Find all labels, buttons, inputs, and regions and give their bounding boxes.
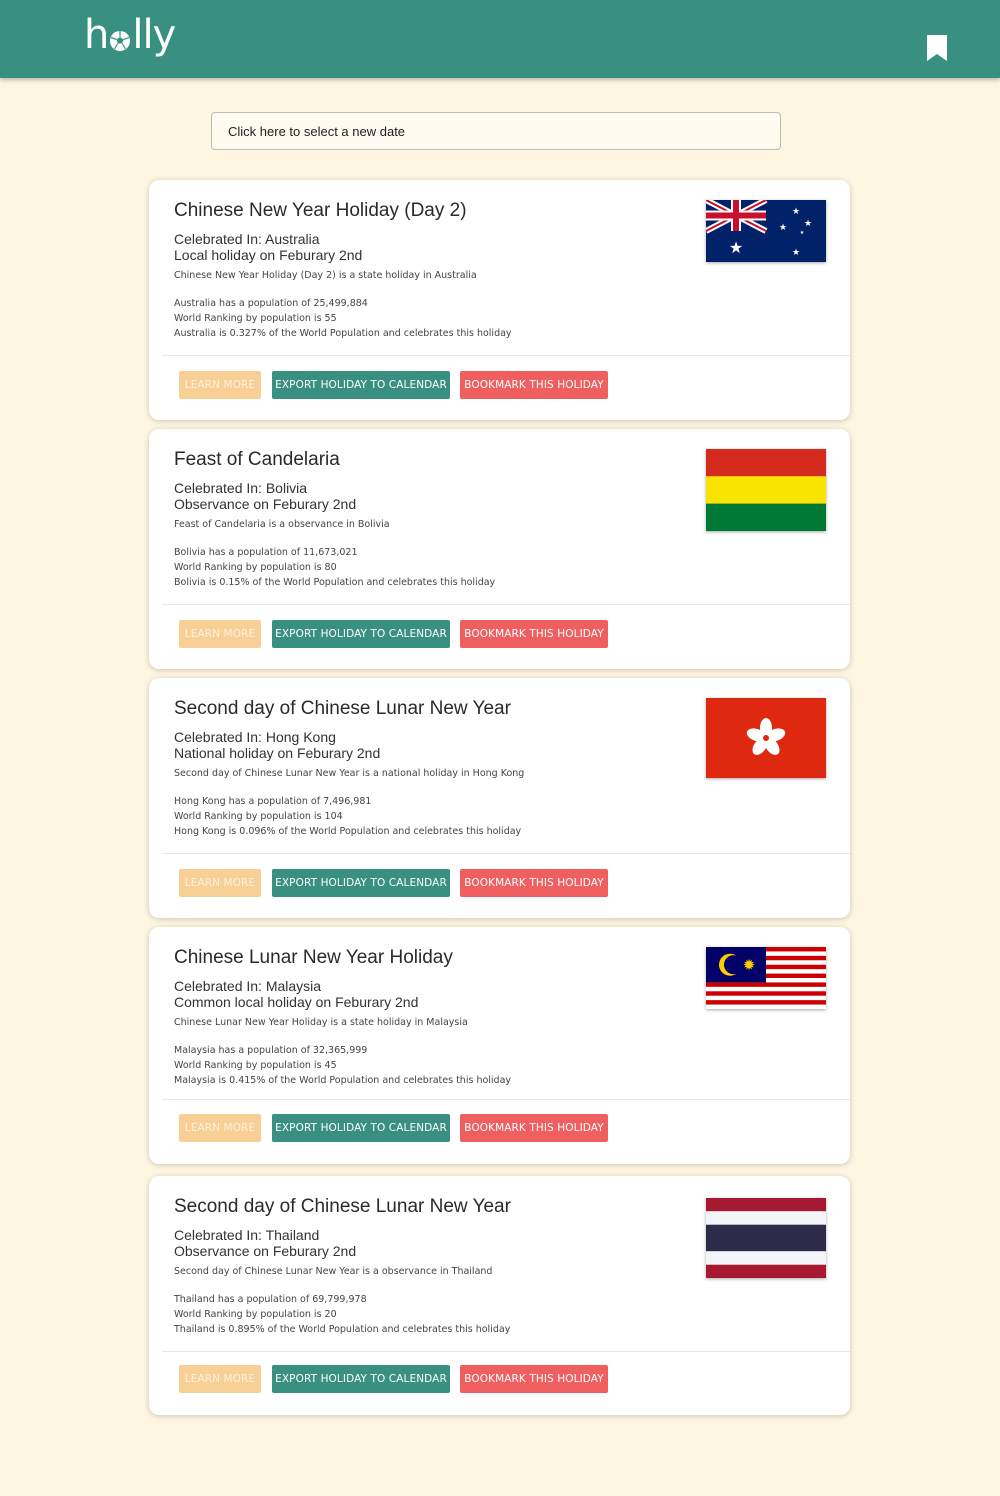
population-text: Australia has a population of 25,499,884 (174, 298, 368, 309)
holiday-description: Second day of Chinese Lunar New Year is … (174, 768, 525, 779)
holiday-description: Chinese New Year Holiday (Day 2) is a st… (174, 270, 477, 281)
holiday-card: Chinese Lunar New Year Holiday Celebrate… (149, 927, 850, 1164)
holiday-title: Feast of Candelaria (174, 449, 340, 470)
soccer-ball-icon (110, 31, 131, 51)
learn-more-button[interactable]: LEARN MORE (179, 869, 261, 897)
holly-logo[interactable]: h lly (84, 10, 176, 58)
hong-kong-flag (706, 698, 826, 778)
australia-flag: ★ ★ ★ ★ ★ ★ (706, 200, 826, 262)
holiday-description: Chinese Lunar New Year Holiday is a stat… (174, 1017, 468, 1028)
date-picker-input[interactable]: Click here to select a new date (211, 112, 781, 150)
holiday-description: Feast of Candelaria is a observance in B… (174, 519, 390, 530)
holiday-card: Feast of Candelaria Celebrated In: Boliv… (149, 429, 850, 669)
percent-text: Bolivia is 0.15% of the World Population… (174, 577, 496, 588)
learn-more-button[interactable]: LEARN MORE (179, 371, 261, 399)
bookmark-holiday-button[interactable]: BOOKMARK THIS HOLIDAY (460, 1114, 608, 1142)
export-calendar-button[interactable]: EXPORT HOLIDAY TO CALENDAR (272, 371, 450, 399)
svg-text:★: ★ (729, 238, 743, 257)
holiday-description: Second day of Chinese Lunar New Year is … (174, 1266, 493, 1277)
population-text: Malaysia has a population of 32,365,999 (174, 1045, 368, 1056)
export-calendar-button[interactable]: EXPORT HOLIDAY TO CALENDAR (272, 1114, 450, 1142)
holiday-type-date: Common local holiday on Feburary 2nd (174, 994, 419, 1010)
population-text: Thailand has a population of 69,799,978 (174, 1294, 367, 1305)
svg-text:★: ★ (804, 219, 812, 229)
holiday-title: Second day of Chinese Lunar New Year (174, 698, 511, 719)
holiday-type-date: Local holiday on Feburary 2nd (174, 247, 363, 263)
holiday-title: Second day of Chinese Lunar New Year (174, 1196, 511, 1217)
app-header: h lly (0, 0, 1000, 78)
svg-text:★: ★ (779, 223, 787, 233)
holiday-type-date: Observance on Feburary 2nd (174, 1243, 357, 1259)
celebrated-in: Celebrated In: Bolivia (174, 480, 308, 496)
celebrated-in: Celebrated In: Malaysia (174, 978, 322, 994)
percent-text: Hong Kong is 0.096% of the World Populat… (174, 826, 522, 837)
ranking-text: World Ranking by population is 55 (174, 313, 337, 324)
celebrated-in: Celebrated In: Hong Kong (174, 729, 336, 745)
logo-text-right: lly (132, 12, 176, 58)
bookmark-holiday-button[interactable]: BOOKMARK THIS HOLIDAY (460, 371, 608, 399)
card-divider (162, 853, 850, 854)
percent-text: Malaysia is 0.415% of the World Populati… (174, 1075, 512, 1086)
export-calendar-button[interactable]: EXPORT HOLIDAY TO CALENDAR (272, 1365, 450, 1393)
card-divider (162, 1099, 850, 1100)
holiday-card: Second day of Chinese Lunar New Year Cel… (149, 678, 850, 918)
learn-more-button[interactable]: LEARN MORE (179, 1114, 261, 1142)
percent-text: Australia is 0.327% of the World Populat… (174, 328, 512, 339)
ranking-text: World Ranking by population is 80 (174, 562, 337, 573)
svg-text:★: ★ (792, 248, 800, 258)
holiday-type-date: Observance on Feburary 2nd (174, 496, 357, 512)
learn-more-button[interactable]: LEARN MORE (179, 1365, 261, 1393)
population-text: Hong Kong has a population of 7,496,981 (174, 796, 372, 807)
export-calendar-button[interactable]: EXPORT HOLIDAY TO CALENDAR (272, 869, 450, 897)
holiday-type-date: National holiday on Feburary 2nd (174, 745, 381, 761)
svg-text:✹: ✹ (743, 956, 756, 974)
thailand-flag (706, 1198, 826, 1278)
logo-text-left: h (84, 12, 109, 58)
bookmark-holiday-button[interactable]: BOOKMARK THIS HOLIDAY (460, 1365, 608, 1393)
celebrated-in: Celebrated In: Thailand (174, 1227, 320, 1243)
population-text: Bolivia has a population of 11,673,021 (174, 547, 358, 558)
card-divider (162, 604, 850, 605)
holiday-title: Chinese New Year Holiday (Day 2) (174, 200, 467, 221)
ranking-text: World Ranking by population is 104 (174, 811, 343, 822)
celebrated-in: Celebrated In: Australia (174, 231, 320, 247)
bookmark-icon[interactable] (926, 34, 948, 62)
svg-text:★: ★ (792, 207, 800, 217)
percent-text: Thailand is 0.895% of the World Populati… (174, 1324, 511, 1335)
card-divider (162, 355, 850, 356)
malaysia-flag: ✹ (706, 947, 826, 1009)
ranking-text: World Ranking by population is 20 (174, 1309, 337, 1320)
svg-text:★: ★ (800, 230, 805, 236)
holiday-card: Second day of Chinese Lunar New Year Cel… (149, 1176, 850, 1415)
ranking-text: World Ranking by population is 45 (174, 1060, 337, 1071)
export-calendar-button[interactable]: EXPORT HOLIDAY TO CALENDAR (272, 620, 450, 648)
bookmark-holiday-button[interactable]: BOOKMARK THIS HOLIDAY (460, 869, 608, 897)
bolivia-flag (706, 449, 826, 531)
learn-more-button[interactable]: LEARN MORE (179, 620, 261, 648)
bookmark-holiday-button[interactable]: BOOKMARK THIS HOLIDAY (460, 620, 608, 648)
card-divider (162, 1351, 850, 1352)
holiday-card: Chinese New Year Holiday (Day 2) Celebra… (149, 180, 850, 420)
holiday-title: Chinese Lunar New Year Holiday (174, 947, 453, 968)
